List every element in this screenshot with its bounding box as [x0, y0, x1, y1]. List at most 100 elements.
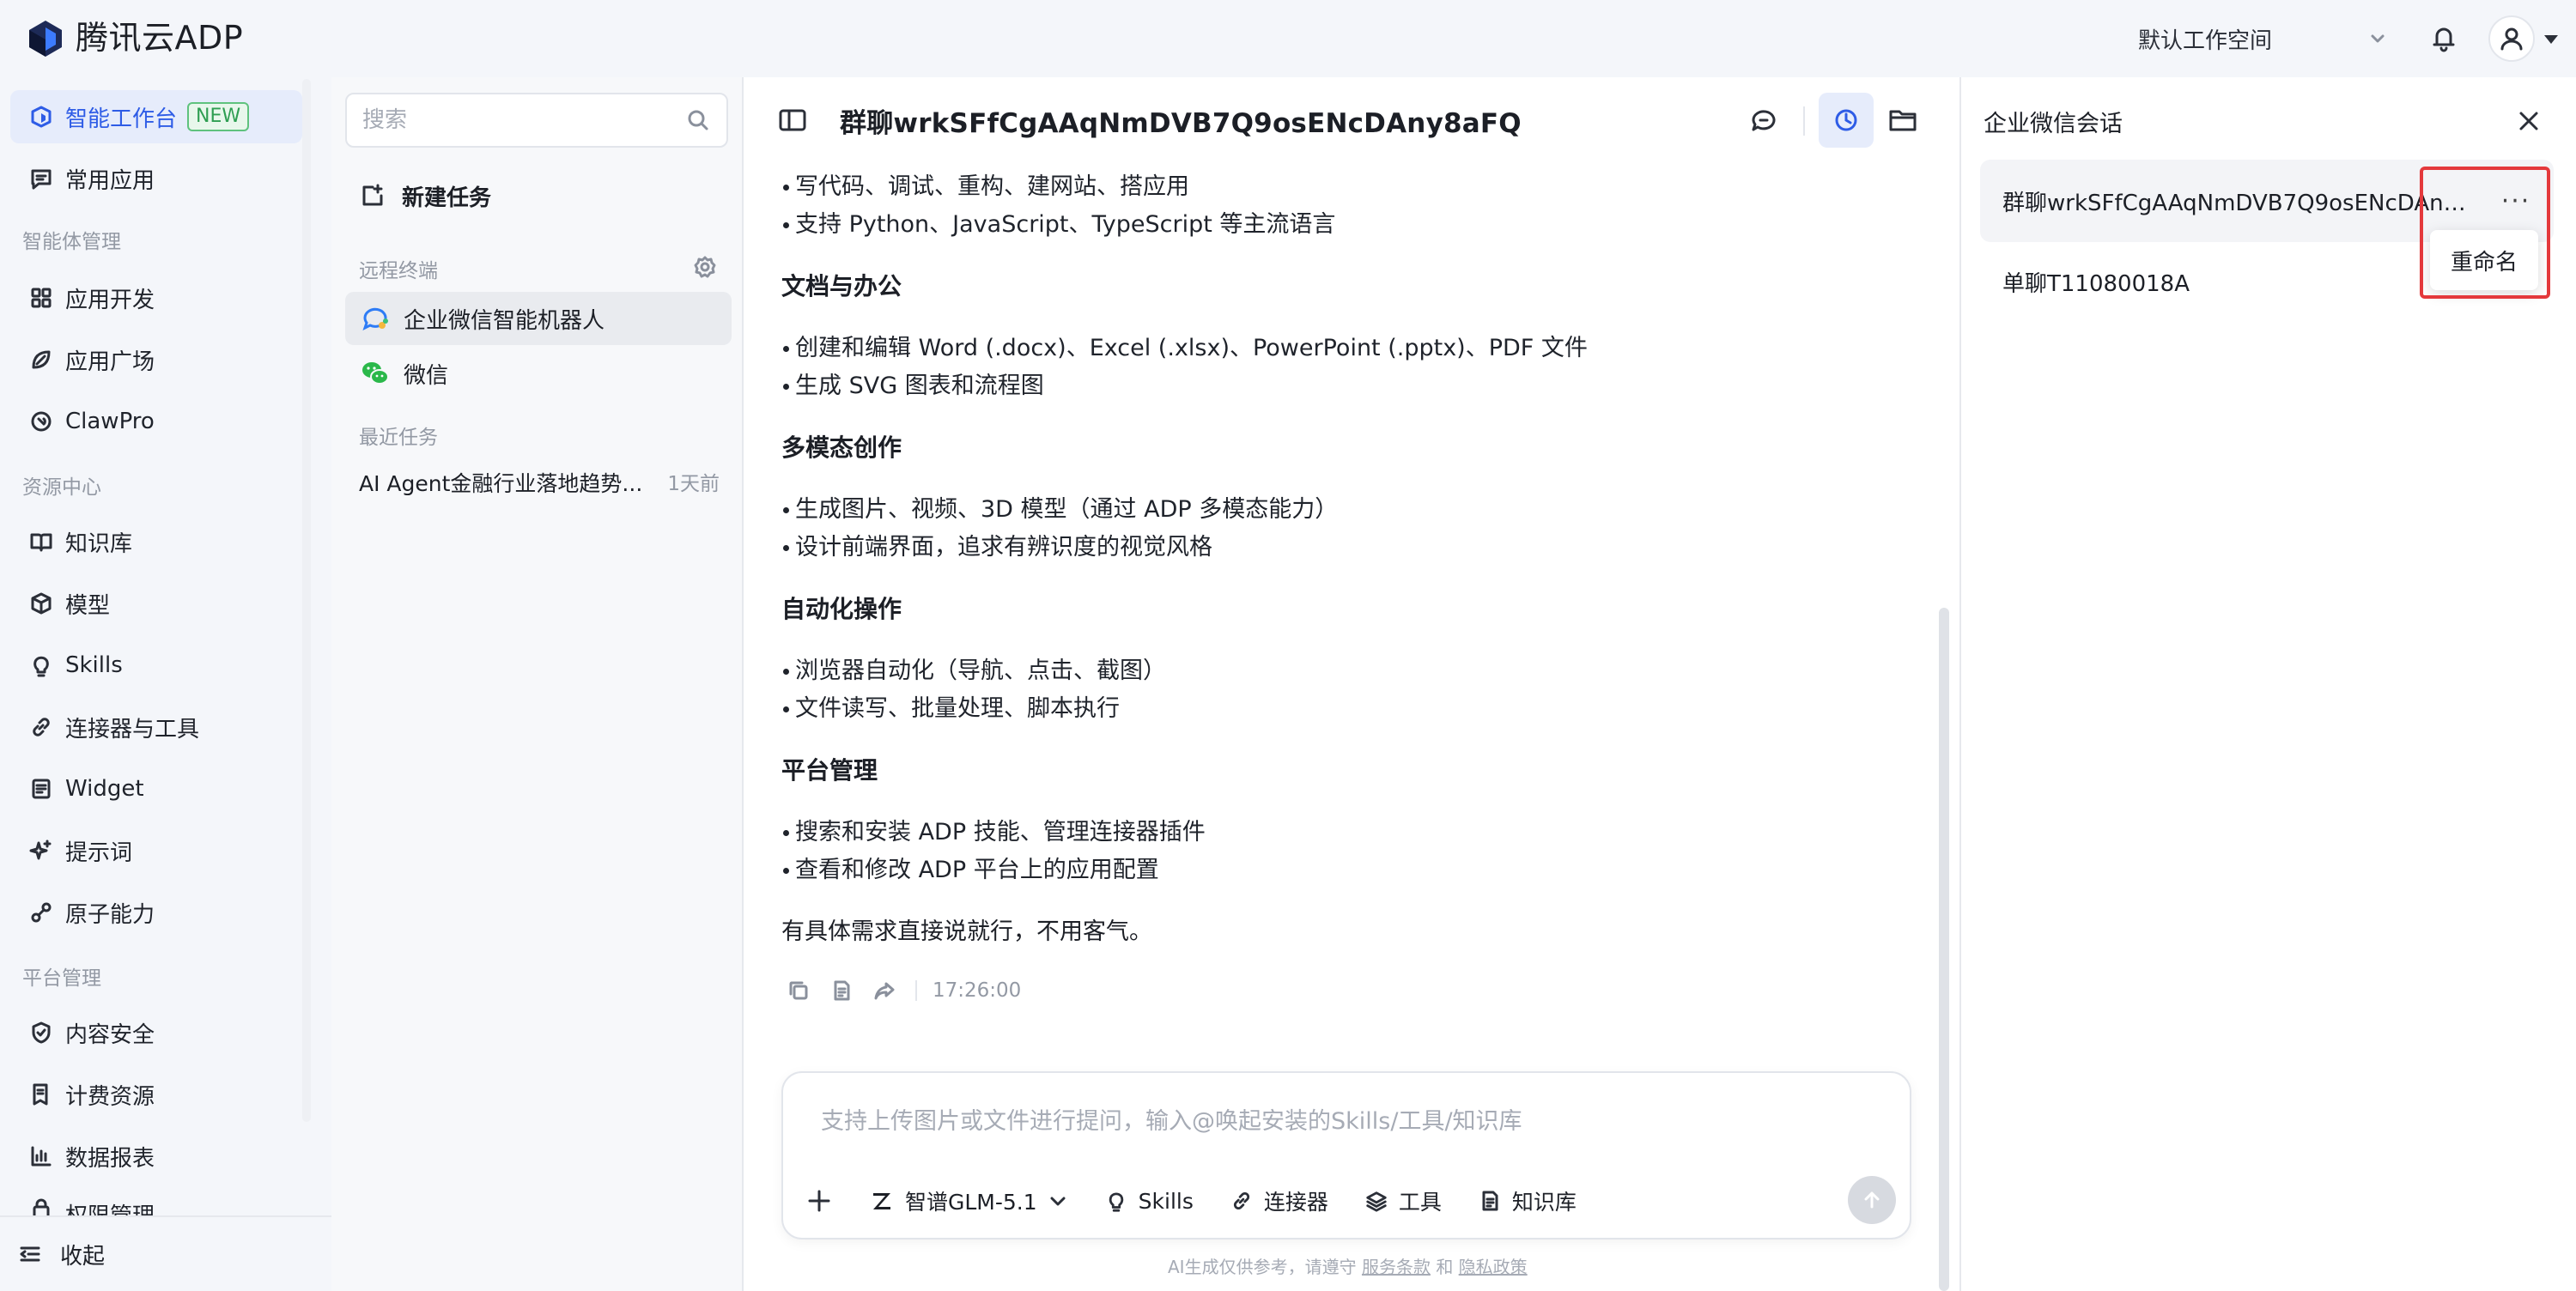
folder-icon[interactable]: [1886, 103, 1920, 137]
connectors-button[interactable]: 连接器: [1230, 1185, 1328, 1216]
header-divider: [1803, 106, 1805, 136]
disclaimer-and: 和: [1436, 1257, 1454, 1277]
link-icon: [1233, 1192, 1249, 1209]
nav-label: 知识库: [65, 530, 133, 557]
nav-item-workbench[interactable]: 智能工作台 NEW: [10, 90, 302, 143]
recent-section-title: 最近任务: [359, 427, 438, 449]
recent-task-item[interactable]: AI Agent金融行业落地趋势... 1天前: [359, 467, 720, 498]
user-icon: [2500, 27, 2523, 51]
message-heading: 自动化操作: [781, 595, 902, 623]
message-closing: 有具体需求直接说就行，不用客气。: [781, 918, 1152, 945]
tools-label: 工具: [1398, 1190, 1442, 1215]
logo-icon: [26, 19, 65, 58]
nav-label: 计费资源: [65, 1083, 155, 1110]
workspace-label: 默认工作空间: [2138, 27, 2273, 54]
remote-item-wecom-bot[interactable]: 企业微信智能机器人: [345, 292, 732, 345]
nav-item-knowledge[interactable]: 知识库: [10, 515, 302, 568]
model-selector[interactable]: 智谱GLM-5.1: [869, 1185, 1068, 1216]
composer-input[interactable]: 支持上传图片或文件进行提问，输入@唤起安装的Skills/工具/知识库: [821, 1102, 1851, 1136]
history-button[interactable]: [1819, 93, 1874, 148]
search-icon[interactable]: [685, 107, 711, 133]
sidebar-toggle-icon[interactable]: [778, 108, 807, 132]
nav-item-app-dev[interactable]: 应用开发: [10, 271, 302, 324]
nav-item-skills[interactable]: Skills: [10, 639, 302, 692]
chat-bubble-icon[interactable]: [1748, 105, 1779, 136]
message-bullet: 创建和编辑 Word (.docx)、Excel (.xlsx)、PowerPo…: [783, 330, 1588, 367]
nav-label: 应用广场: [65, 349, 155, 375]
wecom-icon: [362, 307, 388, 330]
nav-item-reports[interactable]: 数据报表: [10, 1130, 302, 1183]
nav-item-connectors[interactable]: 连接器与工具: [10, 700, 302, 754]
panel-title: 企业微信会话: [1984, 111, 2123, 137]
message-bullet: 浏览器自动化（导航、点击、截图）: [783, 652, 1166, 690]
shield-icon: [10, 1006, 65, 1059]
workspace-selector[interactable]: 默认工作空间: [2138, 19, 2387, 58]
nav-item-clawpro[interactable]: ClawPro: [10, 395, 302, 448]
document-icon[interactable]: [829, 979, 854, 1003]
widget-icon: [10, 762, 65, 815]
new-task-icon: [362, 184, 383, 206]
nav-section-platform: 平台管理: [22, 967, 101, 990]
collapse-icon: [20, 1246, 40, 1262]
disclaimer-text: AI生成仅供参考，请遵守: [1168, 1257, 1357, 1277]
share-icon[interactable]: [872, 979, 896, 1003]
nav-item-model[interactable]: 模型: [10, 577, 302, 630]
knowledge-button[interactable]: 知识库: [1478, 1185, 1577, 1216]
close-icon[interactable]: [2516, 108, 2542, 134]
copy-icon[interactable]: [787, 979, 811, 1003]
gear-icon[interactable]: [692, 254, 718, 280]
layers-icon: [1366, 1191, 1387, 1212]
connectors-label: 连接器: [1263, 1190, 1328, 1215]
arrow-up-icon: [1864, 1191, 1880, 1209]
new-task-button[interactable]: 新建任务: [359, 177, 491, 215]
message-bullet: 生成图片、视频、3D 模型（通过 ADP 多模态能力）: [782, 491, 1338, 529]
message-heading: 文档与办公: [781, 272, 902, 300]
message-square-icon: [10, 152, 65, 205]
message-bullet: 设计前端界面，追求有辨识度的视觉风格: [783, 529, 1212, 567]
nav-label: 智能工作台: [65, 106, 178, 132]
chat-title: 群聊wrkSFfCgAAqNmDVB7Q9osENcDAny8aFQ: [840, 108, 1522, 139]
nav-item-widget[interactable]: Widget: [10, 762, 302, 815]
nav-label: Widget: [65, 776, 144, 802]
lightbulb-icon: [10, 639, 65, 692]
disclaimer: AI生成仅供参考，请遵守 服务条款 和 隐私政策: [1168, 1253, 1528, 1278]
nav-item-common-apps[interactable]: 常用应用: [10, 152, 302, 205]
plus-icon[interactable]: [805, 1187, 833, 1215]
grid-icon: [10, 271, 65, 324]
nav-section-agent: 智能体管理: [22, 231, 121, 253]
nav-item-app-plaza[interactable]: 应用广场: [10, 333, 302, 386]
terms-link[interactable]: 服务条款: [1362, 1257, 1431, 1277]
notification-bell-icon[interactable]: [2427, 21, 2461, 55]
remote-item-wechat[interactable]: 微信: [345, 347, 732, 400]
message-heading: 多模态创作: [781, 433, 902, 462]
nav-scrollbar[interactable]: [302, 79, 311, 1122]
chat-scrollbar[interactable]: [1939, 608, 1949, 1291]
collapse-button[interactable]: 收起: [0, 1215, 331, 1291]
tools-button[interactable]: 工具: [1364, 1185, 1442, 1216]
nav-item-permissions[interactable]: 权限管理: [10, 1191, 302, 1215]
remote-item-label: 微信: [404, 362, 449, 389]
search-input[interactable]: [362, 107, 685, 133]
nav-label: 模型: [65, 592, 111, 619]
message-bullet: 文件读写、批量处理、脚本执行: [783, 690, 1120, 728]
message-bullet: 查看和修改 ADP 平台上的应用配置: [783, 852, 1159, 889]
user-avatar[interactable]: [2488, 15, 2535, 62]
skills-label: Skills: [1138, 1188, 1194, 1214]
sparkle-icon: [10, 824, 65, 877]
nav-item-billing[interactable]: 计费资源: [10, 1068, 302, 1121]
nav-item-content-safety[interactable]: 内容安全: [10, 1006, 302, 1059]
new-badge: NEW: [187, 102, 250, 131]
bar-chart-icon: [10, 1130, 65, 1183]
send-button[interactable]: [1848, 1176, 1896, 1224]
remote-section-title: 远程终端: [359, 260, 438, 282]
skills-button[interactable]: Skills: [1104, 1189, 1194, 1214]
caret-down-icon[interactable]: [2542, 33, 2561, 46]
message-heading: 平台管理: [781, 756, 878, 785]
nav-label: 常用应用: [65, 167, 155, 194]
conversation-item[interactable]: 单聊T11080018A: [2002, 266, 2190, 298]
task-search[interactable]: [345, 93, 728, 148]
privacy-link[interactable]: 隐私政策: [1459, 1257, 1528, 1277]
nav-item-prompts[interactable]: 提示词: [10, 824, 302, 877]
recent-task-time: 1天前: [667, 473, 720, 495]
nav-item-atomic[interactable]: 原子能力: [10, 886, 302, 939]
